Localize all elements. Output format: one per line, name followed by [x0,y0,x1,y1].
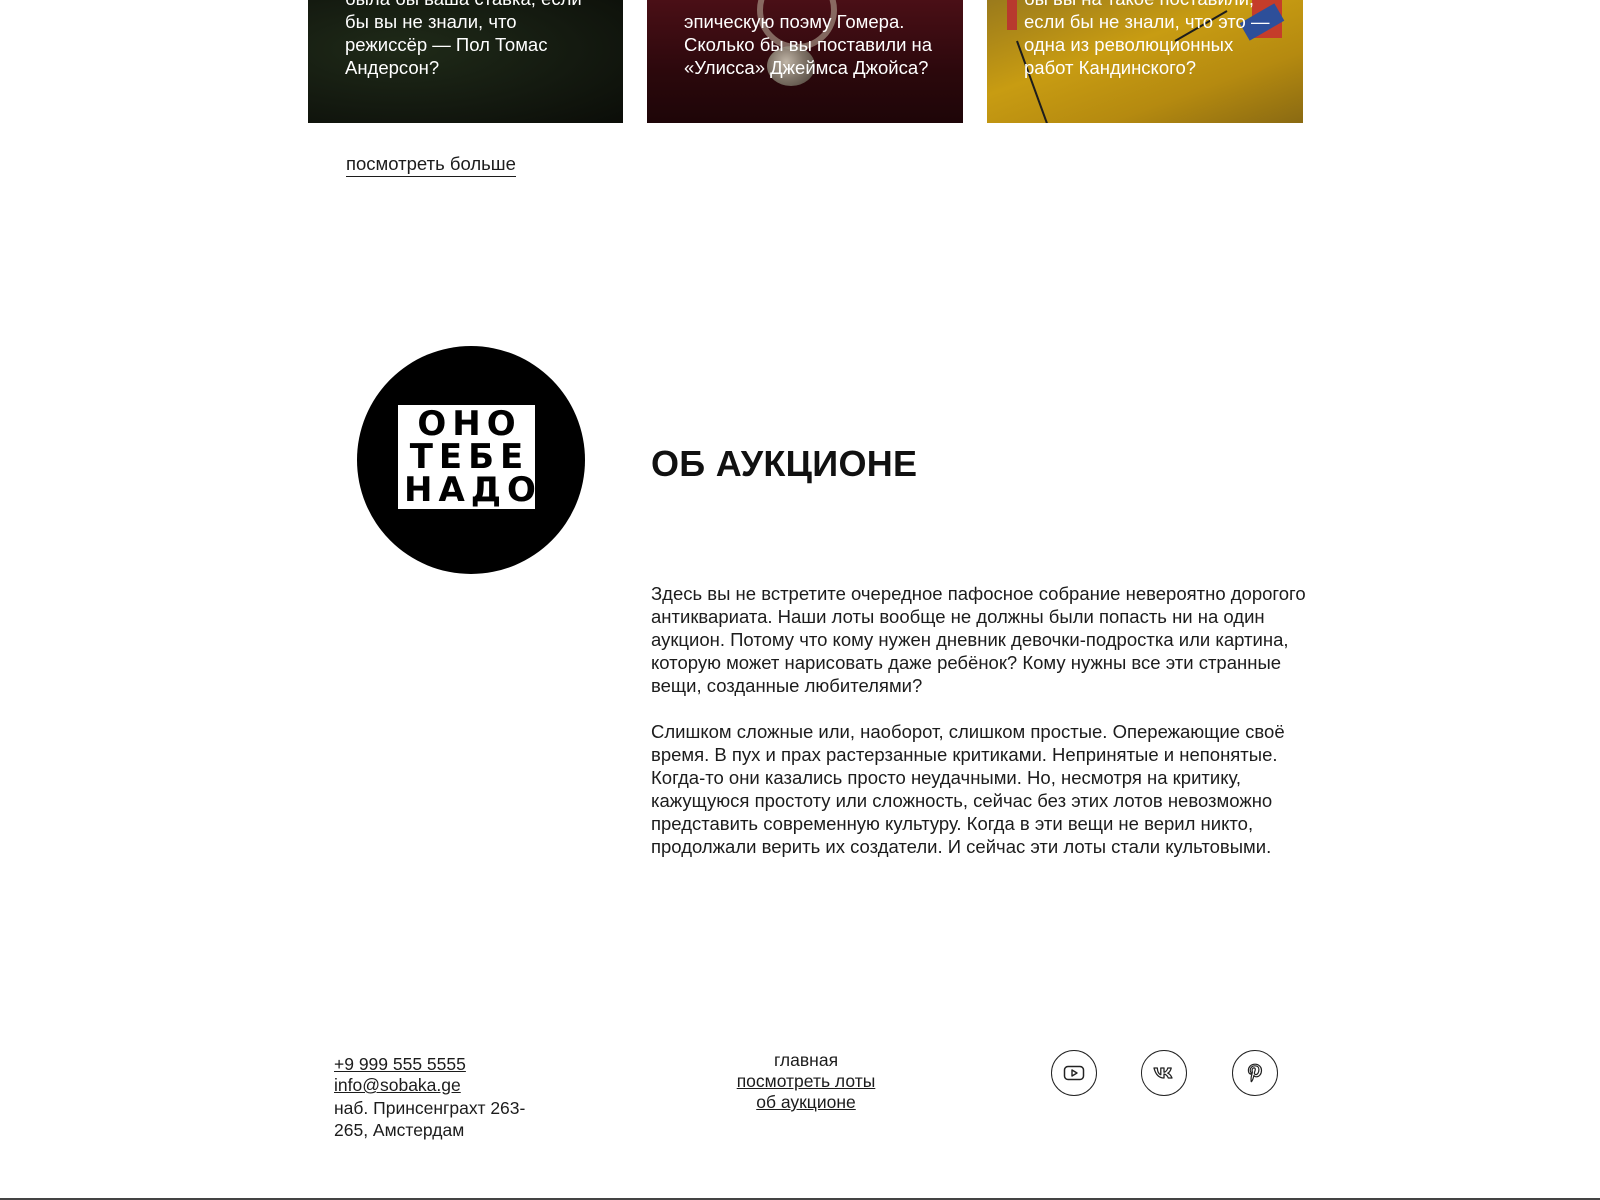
phone-link[interactable]: +9 999 555 5555 [334,1054,534,1075]
logo-line: НАДО [404,469,542,510]
about-paragraph: Здесь вы не встретите очередное пафосное… [651,583,1306,696]
logo-box: ОНО ТЕБЕ НАДО [398,403,542,510]
vk-icon [1153,1067,1173,1079]
logo-line: ТЕБЕ [409,436,530,477]
footer-nav-lots[interactable]: посмотреть лоты [700,1071,912,1092]
youtube-button[interactable] [1051,1050,1097,1096]
lot-card-3[interactable]: бы вы на такое поставили, если бы не зна… [987,0,1303,123]
auction-logo: ОНО ТЕБЕ НАДО [357,346,585,574]
lot-card-text: бы вы на такое поставили, если бы не зна… [1024,0,1270,78]
pinterest-button[interactable] [1232,1050,1278,1096]
lot-card-text: была бы ваша ставка, если бы вы не знали… [345,0,582,78]
lot-card-1[interactable]: была бы ваша ставка, если бы вы не знали… [308,0,623,123]
footer-nav-home[interactable]: главная [700,1050,912,1071]
youtube-icon [1063,1065,1085,1081]
pinterest-icon [1247,1063,1263,1083]
about-paragraph: Слишком сложные или, наоборот, слишком п… [651,721,1285,857]
email-link[interactable]: info@sobaka.ge [334,1075,534,1096]
painting-shape [1007,0,1017,30]
lot-card-2[interactable]: эпическую поэму Гомера. Сколько бы вы по… [647,0,963,123]
footer-nav: главная посмотреть лоты об аукционе [700,1050,912,1113]
vk-button[interactable] [1141,1050,1187,1096]
logo-line: ОНО [417,403,522,444]
footer-nav-about[interactable]: об аукционе [700,1092,912,1113]
lot-card-text: эпическую поэму Гомера. Сколько бы вы по… [684,11,933,78]
see-more-link[interactable]: посмотреть больше [346,153,516,177]
about-text: Здесь вы не встретите очередное пафосное… [651,582,1316,858]
address: наб. Принсенграхт 263-265, Амстердам [334,1098,526,1140]
footer-contacts: +9 999 555 5555 info@sobaka.ge наб. Прин… [334,1054,534,1141]
about-title: ОБ АУКЦИОНЕ [651,443,918,484]
